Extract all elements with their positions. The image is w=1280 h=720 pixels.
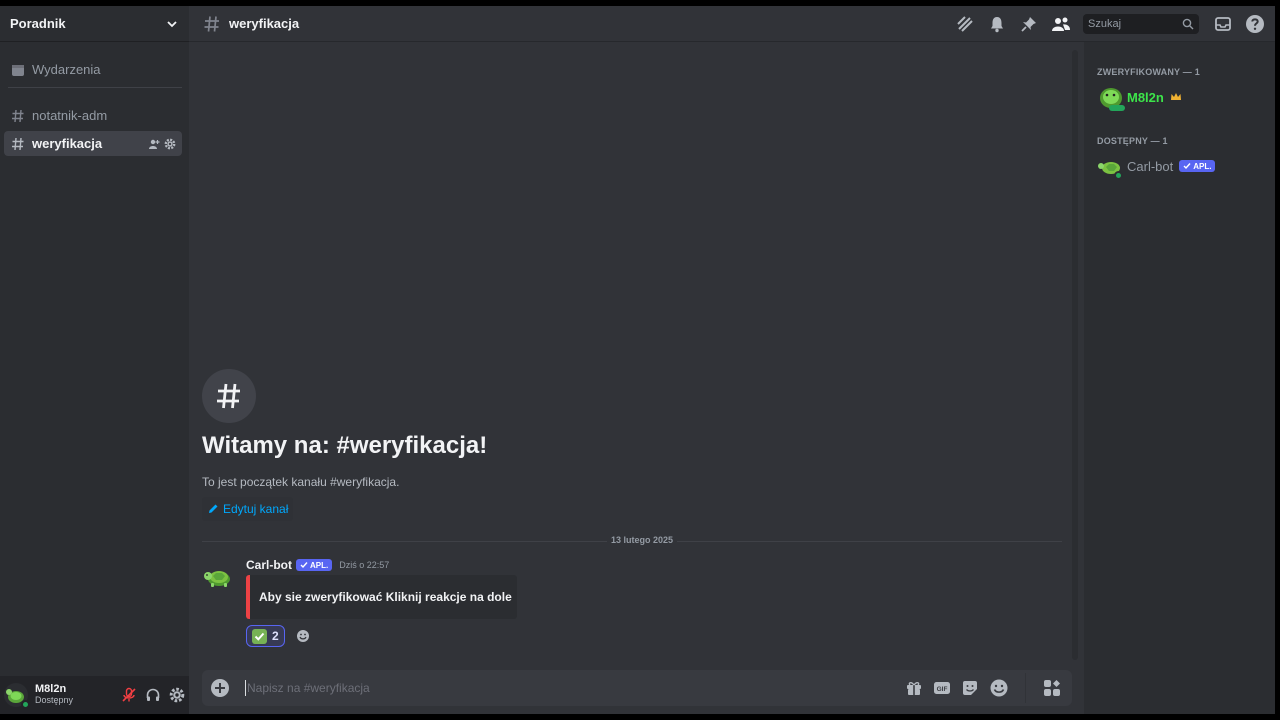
threads-icon[interactable] [955,14,975,34]
plus-circle-icon [211,679,229,697]
sidebar-item-events[interactable]: Wydarzenia [4,57,182,82]
smile-icon [297,630,309,642]
welcome-title: Witamy na: #weryfikacja! [202,432,488,459]
app-badge: APL. [1179,160,1216,172]
composer-divider [1025,673,1026,703]
sidebar-item-label: notatnik-adm [32,108,108,123]
pin-icon[interactable] [1019,14,1039,34]
calendar-icon [10,62,26,78]
checkmark-icon [300,562,308,569]
member-list-icon[interactable] [1051,14,1071,34]
message-timestamp: Dziś o 22:57 [339,560,390,570]
member-group-header: DOSTĘPNY — 1 [1097,136,1168,146]
date-divider-text: 13 lutego 2025 [607,535,678,545]
app-badge: APL. [296,559,333,571]
search-input[interactable]: Szukaj [1083,14,1199,34]
checkmark-icon [1183,163,1191,170]
apps-icon[interactable] [1042,678,1062,698]
emoji-icon[interactable] [989,678,1009,698]
sidebar-item-label: weryfikacja [32,136,103,151]
discord-window: Poradnik Wydarzenia notatnik-adm weryfik… [0,6,1275,714]
chat-area: Witamy na: #weryfikacja! To jest począte… [189,42,1084,714]
message-author[interactable]: Carl-bot [246,558,292,572]
avatar[interactable] [4,683,30,709]
avatar [1097,154,1123,180]
gift-icon[interactable] [905,679,923,697]
avatar [1097,85,1125,111]
sticker-icon[interactable] [961,679,979,697]
invite-icon[interactable] [148,138,160,150]
server-header[interactable]: Poradnik [0,6,189,42]
scrollbar[interactable] [1072,50,1078,660]
mic-muted-icon[interactable] [121,687,137,703]
member-name: Carl-bot [1127,158,1174,174]
hash-icon [10,108,26,124]
message-embed: Aby sie zweryfikować Kliknij reakcje na … [246,575,517,619]
welcome-subtitle: To jest początek kanału #weryfikacja. [202,475,400,489]
member-group-header: ZWERYFIKOWANY — 1 [1097,67,1200,77]
sidebar-item-notatnik-adm[interactable]: notatnik-adm [4,103,182,128]
upload-button[interactable] [202,678,238,698]
user-panel: M8l2n Dostępny [0,676,189,714]
channel-hash-icon [202,369,256,423]
message-header: Carl-bot APL. Dziś o 22:57 [246,558,389,572]
status-online-dot [21,700,30,709]
headphones-icon[interactable] [145,687,161,703]
sidebar-item-label: Wydarzenia [32,62,101,77]
user-status: Dostępny [35,695,74,705]
gear-icon[interactable] [164,138,176,150]
channel-title: weryfikacja [229,16,300,31]
check-mark-emoji-icon [252,628,267,644]
turtle-avatar-icon[interactable] [202,560,234,592]
search-placeholder: Szukaj [1088,18,1122,30]
message-composer: Napisz na #weryfikacja GIF [202,670,1072,706]
status-online-dot [1114,171,1123,180]
date-divider: 13 lutego 2025 [202,535,1062,545]
chevron-down-icon [167,20,177,27]
channel-header: weryfikacja Szukaj [189,6,1275,42]
turtle-avatar-icon [1100,88,1125,111]
edit-channel-button[interactable]: Edytuj kanał [202,497,294,521]
reaction-check[interactable]: 2 [246,625,285,647]
edit-channel-label: Edytuj kanał [223,502,289,516]
message-input[interactable]: Napisz na #weryfikacja [247,681,905,695]
bell-icon[interactable] [987,14,1007,34]
member-item[interactable]: M8l2n [1097,84,1182,111]
reaction-count: 2 [272,629,279,643]
member-name: M8l2n [1127,89,1164,105]
server-name: Poradnik [10,16,66,31]
search-icon [1182,18,1194,30]
app-badge-label: APL. [1193,161,1212,171]
embed-text: Aby sie zweryfikować Kliknij reakcje na … [259,590,512,604]
gif-icon[interactable]: GIF [933,679,951,697]
svg-text:GIF: GIF [937,686,948,693]
channel-sidebar: Poradnik Wydarzenia notatnik-adm weryfik… [0,6,189,714]
sidebar-item-weryfikacja[interactable]: weryfikacja [4,131,182,156]
hash-icon [203,15,221,33]
hash-icon [10,136,26,152]
help-icon[interactable] [1245,14,1265,34]
pencil-icon [209,504,218,513]
gear-icon[interactable] [169,687,185,703]
member-item[interactable]: Carl-bot APL. [1097,153,1216,180]
member-list: ZWERYFIKOWANY — 1 M8l2n DOSTĘPNY — 1 Car… [1084,42,1275,714]
inbox-icon[interactable] [1213,14,1233,34]
add-reaction-button[interactable] [292,625,314,647]
app-badge-label: APL. [310,560,329,570]
text-caret [245,680,246,696]
user-name: M8l2n [35,683,67,695]
sidebar-divider [8,87,182,88]
crown-icon [1170,93,1181,100]
